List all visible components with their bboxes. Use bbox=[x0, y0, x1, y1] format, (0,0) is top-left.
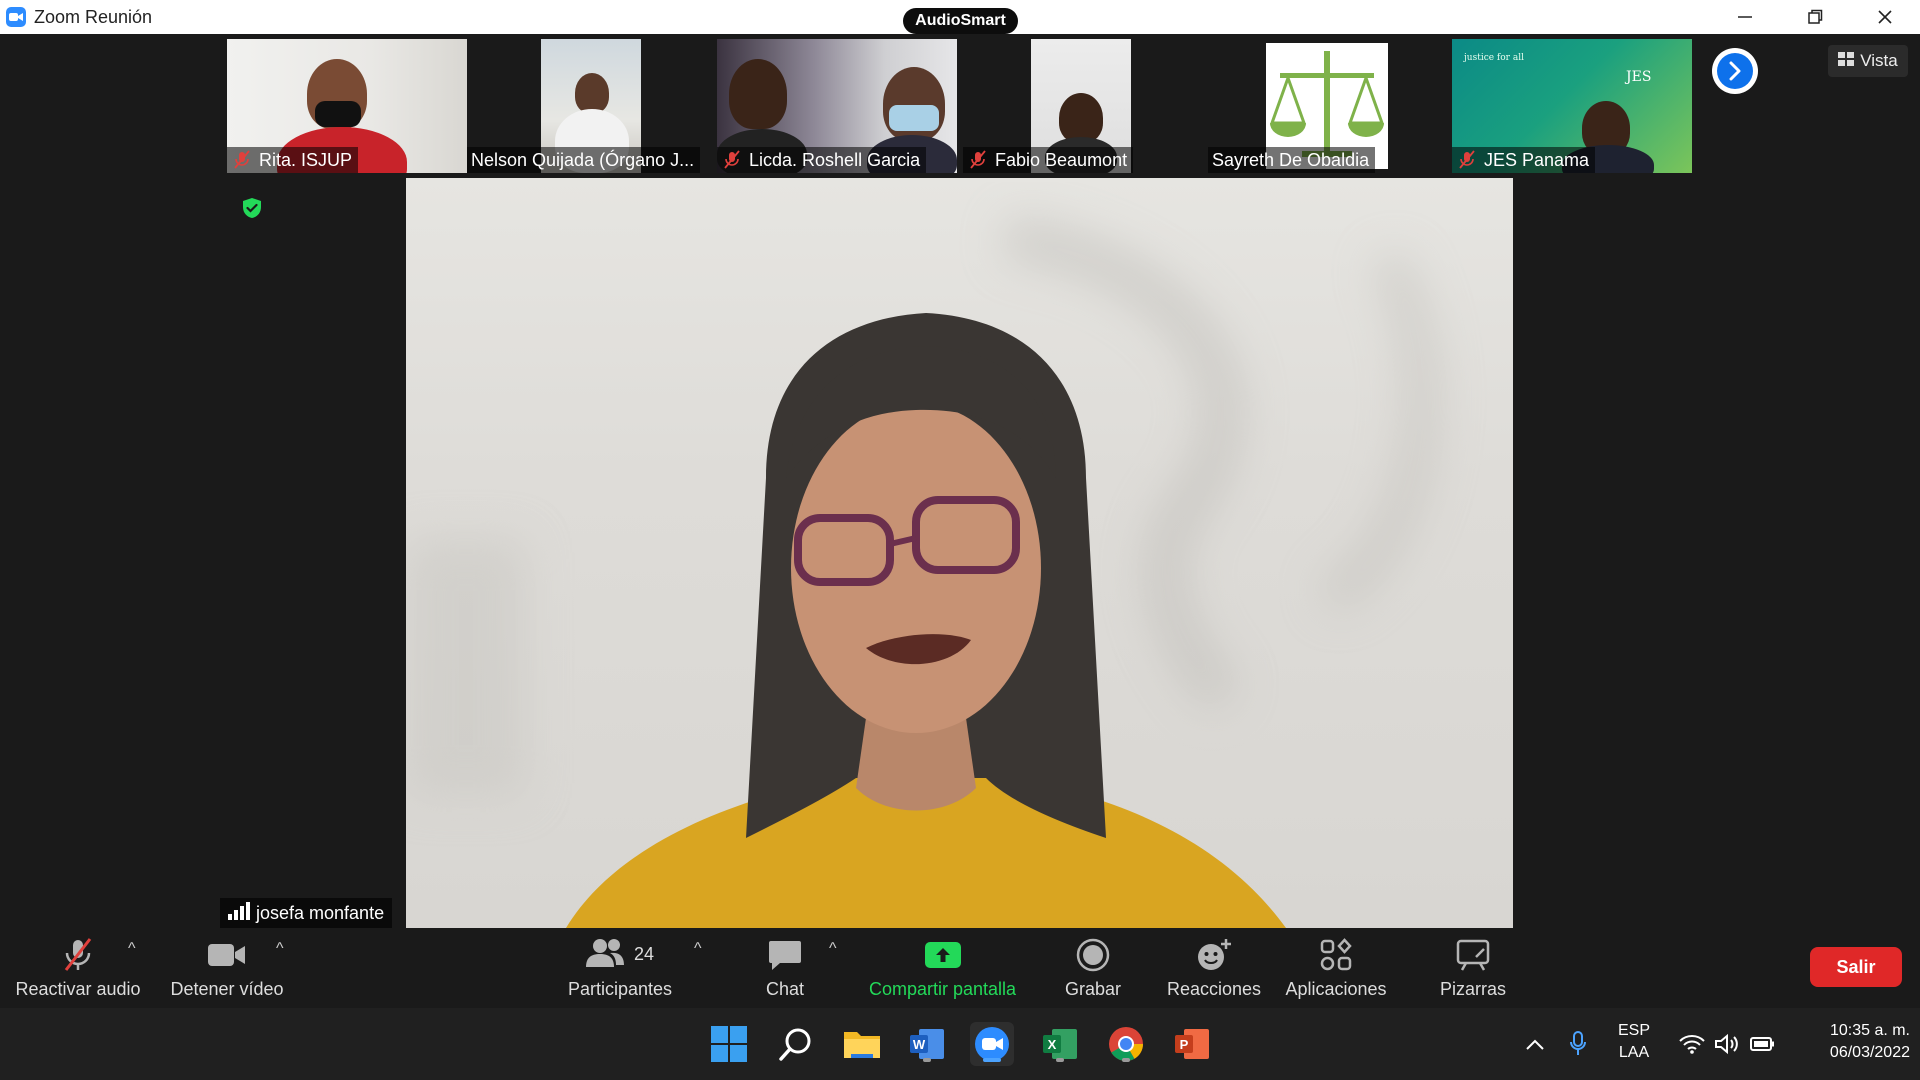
participant-name: JES Panama bbox=[1484, 149, 1590, 170]
restore-button[interactable] bbox=[1780, 0, 1850, 34]
participant-tile[interactable]: Sayreth De Obaldia bbox=[1208, 39, 1448, 173]
whiteboards-label: Pizarras bbox=[1439, 978, 1506, 999]
speaker-image bbox=[406, 218, 1439, 928]
reactions-label: Reacciones bbox=[1166, 978, 1262, 999]
participant-tile[interactable]: Rita. ISJUP bbox=[227, 39, 467, 173]
participants-label: Participantes bbox=[567, 978, 673, 999]
participant-strip: Rita. ISJUP Nelson Quijada (Órgano J... … bbox=[0, 34, 1920, 176]
next-page-button[interactable] bbox=[1712, 48, 1758, 94]
participant-name: Licda. Roshell Garcia bbox=[749, 149, 921, 170]
muted-mic-icon bbox=[721, 149, 743, 171]
active-speaker-label: josefa monfante bbox=[220, 898, 393, 928]
battery-icon[interactable] bbox=[1740, 1022, 1784, 1066]
muted-mic-icon bbox=[967, 149, 989, 171]
security-shield-icon[interactable] bbox=[240, 196, 264, 220]
windows-taskbar: W X P ESP LAA 10:35 a. m. 06/03/2022 bbox=[0, 1008, 1920, 1080]
word-icon[interactable]: W bbox=[905, 1022, 949, 1066]
apps-button[interactable]: Aplicaciones bbox=[1280, 928, 1392, 1008]
leave-meeting-button[interactable]: Salir bbox=[1810, 947, 1902, 987]
chevron-right-icon bbox=[1717, 53, 1753, 89]
stop-video-button[interactable]: Detener vídeo bbox=[162, 928, 292, 1008]
whiteboards-button[interactable]: Pizarras bbox=[1428, 928, 1518, 1008]
muted-mic-icon bbox=[1456, 149, 1478, 171]
unmute-audio-button[interactable]: Reactivar audio bbox=[10, 928, 146, 1008]
participants-options-caret-icon[interactable]: ^ bbox=[694, 940, 702, 958]
whiteboard-icon bbox=[1456, 937, 1490, 973]
share-screen-icon bbox=[924, 937, 962, 973]
grid-icon bbox=[1838, 51, 1855, 71]
view-label: Vista bbox=[1860, 51, 1898, 70]
language-top: ESP bbox=[1617, 1022, 1650, 1039]
chrome-icon[interactable] bbox=[1104, 1022, 1148, 1066]
participant-name: Fabio Beaumont bbox=[995, 149, 1128, 170]
record-icon bbox=[1076, 937, 1110, 973]
apps-label: Aplicaciones bbox=[1285, 978, 1387, 999]
window-controls bbox=[1710, 0, 1920, 34]
participants-count: 24 bbox=[633, 944, 655, 964]
record-button[interactable]: Grabar bbox=[1052, 928, 1134, 1008]
chat-bubble-icon bbox=[768, 937, 802, 973]
video-camera-icon bbox=[207, 937, 247, 973]
svg-text:X: X bbox=[1048, 1037, 1057, 1052]
windows-start-icon[interactable] bbox=[707, 1022, 751, 1066]
file-explorer-icon[interactable] bbox=[840, 1022, 884, 1066]
window-title: Zoom Reunión bbox=[34, 6, 153, 27]
zoom-logo-icon bbox=[6, 7, 26, 27]
muted-mic-icon bbox=[60, 937, 96, 973]
minimize-button[interactable] bbox=[1710, 0, 1780, 34]
chat-button[interactable]: Chat bbox=[745, 928, 825, 1008]
powerpoint-icon[interactable]: P bbox=[1170, 1022, 1214, 1066]
record-label: Grabar bbox=[1064, 978, 1122, 999]
excel-icon[interactable]: X bbox=[1038, 1022, 1082, 1066]
stop-video-label: Detener vídeo bbox=[170, 978, 284, 999]
input-language[interactable]: ESP LAA bbox=[1614, 1022, 1654, 1062]
participant-tile[interactable]: Licda. Roshell Garcia bbox=[717, 39, 957, 173]
audiosmart-badge[interactable]: AudioSmart bbox=[903, 8, 1018, 34]
apps-icon bbox=[1319, 937, 1353, 973]
chat-label: Chat bbox=[765, 978, 805, 999]
meeting-toolbar: Reactivar audio ^ Detener vídeo ^ 24 Par… bbox=[0, 928, 1920, 1008]
unmute-audio-label: Reactivar audio bbox=[15, 978, 141, 999]
svg-text:W: W bbox=[913, 1037, 926, 1052]
chat-options-caret-icon[interactable]: ^ bbox=[829, 940, 837, 958]
muted-mic-icon bbox=[231, 149, 253, 171]
participant-name: Rita. ISJUP bbox=[259, 149, 353, 170]
microphone-icon[interactable] bbox=[1556, 1022, 1600, 1066]
reactions-button[interactable]: Reacciones bbox=[1160, 928, 1268, 1008]
clock-date: 06/03/2022 bbox=[1829, 1044, 1910, 1061]
search-icon[interactable] bbox=[774, 1022, 818, 1066]
video-options-caret-icon[interactable]: ^ bbox=[276, 940, 284, 958]
jes-logo: JES bbox=[1626, 69, 1652, 85]
participants-icon bbox=[585, 937, 626, 972]
clock-time: 10:35 a. m. bbox=[1829, 1022, 1910, 1039]
svg-text:P: P bbox=[1180, 1037, 1189, 1052]
participant-tile[interactable]: justice for all JES JES Panama bbox=[1452, 39, 1692, 173]
jes-tagline: justice for all bbox=[1464, 53, 1524, 63]
participant-tile[interactable]: Fabio Beaumont bbox=[963, 39, 1203, 173]
share-screen-button[interactable]: Compartir pantalla bbox=[860, 928, 1025, 1008]
active-speaker-name: josefa monfante bbox=[256, 902, 385, 923]
participant-name: Nelson Quijada (Órgano J... bbox=[471, 149, 695, 170]
audio-options-caret-icon[interactable]: ^ bbox=[128, 940, 136, 958]
participant-name: Sayreth De Obaldia bbox=[1212, 149, 1370, 170]
view-button[interactable]: Vista bbox=[1828, 45, 1908, 77]
signal-strength-icon bbox=[228, 901, 250, 925]
smiley-plus-icon bbox=[1196, 937, 1232, 973]
active-speaker-video bbox=[406, 178, 1513, 928]
clock[interactable]: 10:35 a. m. 06/03/2022 bbox=[1786, 1022, 1910, 1062]
zoom-app-icon[interactable] bbox=[970, 1022, 1014, 1066]
close-button[interactable] bbox=[1850, 0, 1920, 34]
participant-tile[interactable]: Nelson Quijada (Órgano J... bbox=[467, 39, 707, 173]
participants-button[interactable]: 24 Participantes bbox=[560, 928, 680, 1008]
chevron-up-icon[interactable] bbox=[1513, 1022, 1557, 1066]
share-screen-label: Compartir pantalla bbox=[868, 978, 1017, 999]
language-bottom: LAA bbox=[1618, 1044, 1650, 1061]
